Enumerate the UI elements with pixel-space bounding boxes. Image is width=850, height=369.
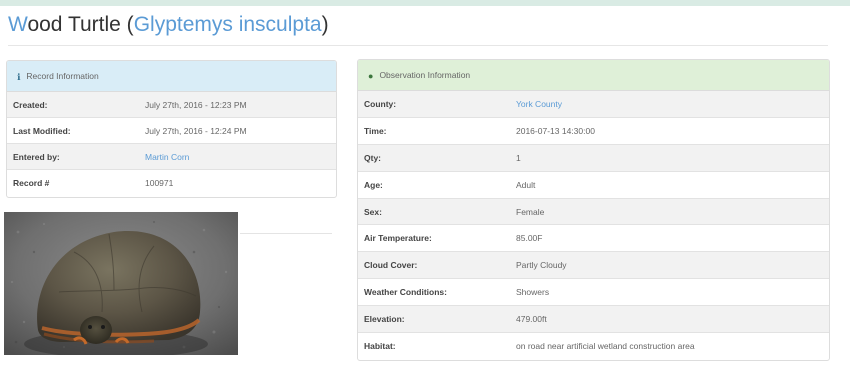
table-row: Sex: Female bbox=[358, 197, 829, 225]
table-row: Created: July 27th, 2016 - 12:23 PM bbox=[7, 92, 336, 118]
table-row: County: York County bbox=[358, 91, 829, 118]
cloud-cover-value: Partly Cloudy bbox=[510, 251, 829, 279]
observation-panel-title: Observation Information bbox=[379, 70, 471, 80]
created-label: Created: bbox=[7, 92, 139, 118]
record-information-panel: ℹ Record Information Created: July 27th, … bbox=[6, 60, 337, 198]
elevation-label: Elevation: bbox=[358, 305, 510, 333]
habitat-label: Habitat: bbox=[358, 332, 510, 359]
table-row: Age: Adult bbox=[358, 170, 829, 199]
page-title: Wood Turtle (Glyptemys insculpta) bbox=[8, 12, 329, 38]
sex-value: Female bbox=[510, 197, 829, 225]
qty-value: 1 bbox=[510, 143, 829, 172]
air-temperature-label: Air Temperature: bbox=[358, 224, 510, 252]
top-banner-strip bbox=[0, 0, 850, 6]
record-panel-heading: ℹ Record Information bbox=[7, 61, 336, 92]
qty-label: Qty: bbox=[358, 143, 510, 172]
weather-conditions-value: Showers bbox=[510, 278, 829, 306]
table-row: Cloud Cover: Partly Cloudy bbox=[358, 251, 829, 279]
turtle-photo[interactable] bbox=[4, 212, 238, 355]
record-panel-title: Record Information bbox=[26, 71, 99, 81]
table-row: Air Temperature: 85.00F bbox=[358, 224, 829, 252]
title-divider bbox=[8, 45, 828, 46]
table-row: Habitat: on road near artificial wetland… bbox=[358, 332, 829, 359]
table-row: Elevation: 479.00ft bbox=[358, 305, 829, 333]
age-label: Age: bbox=[358, 170, 510, 199]
observation-info-table: County: York County Time: 2016-07-13 14:… bbox=[358, 91, 829, 359]
table-row: Time: 2016-07-13 14:30:00 bbox=[358, 116, 829, 145]
entered-by-label: Entered by: bbox=[7, 143, 139, 170]
observation-panel-heading: ● Observation Information bbox=[358, 60, 829, 91]
photo-divider bbox=[240, 233, 332, 234]
created-value: July 27th, 2016 - 12:23 PM bbox=[139, 92, 336, 118]
record-number-value: 100971 bbox=[139, 169, 336, 195]
cloud-cover-label: Cloud Cover: bbox=[358, 251, 510, 279]
table-row: Last Modified: July 27th, 2016 - 12:24 P… bbox=[7, 117, 336, 144]
last-modified-label: Last Modified: bbox=[7, 117, 139, 144]
sex-label: Sex: bbox=[358, 197, 510, 225]
air-temperature-value: 85.00F bbox=[510, 224, 829, 252]
species-link[interactable]: Glyptemys insculpta bbox=[134, 13, 322, 36]
title-close-paren: ) bbox=[321, 13, 329, 36]
eye-icon: ● bbox=[368, 70, 374, 81]
county-label: County: bbox=[358, 91, 510, 118]
entered-by-link[interactable]: Martin Corn bbox=[139, 143, 336, 170]
age-value: Adult bbox=[510, 170, 829, 199]
title-common-name: ood Turtle ( bbox=[27, 13, 134, 36]
table-row: Weather Conditions: Showers bbox=[358, 278, 829, 306]
record-info-table: Created: July 27th, 2016 - 12:23 PM Last… bbox=[7, 92, 336, 195]
county-link[interactable]: York County bbox=[510, 91, 829, 118]
info-icon: ℹ bbox=[17, 71, 21, 82]
table-row: Record # 100971 bbox=[7, 169, 336, 195]
time-label: Time: bbox=[358, 116, 510, 145]
habitat-value: on road near artificial wetland construc… bbox=[510, 332, 829, 359]
record-number-label: Record # bbox=[7, 169, 139, 195]
table-row: Qty: 1 bbox=[358, 143, 829, 172]
table-row: Entered by: Martin Corn bbox=[7, 143, 336, 170]
last-modified-value: July 27th, 2016 - 12:24 PM bbox=[139, 117, 336, 144]
title-first-letter: W bbox=[8, 13, 28, 36]
weather-conditions-label: Weather Conditions: bbox=[358, 278, 510, 306]
elevation-value: 479.00ft bbox=[510, 305, 829, 333]
time-value: 2016-07-13 14:30:00 bbox=[510, 116, 829, 145]
observation-information-panel: ● Observation Information County: York Co… bbox=[357, 59, 830, 361]
